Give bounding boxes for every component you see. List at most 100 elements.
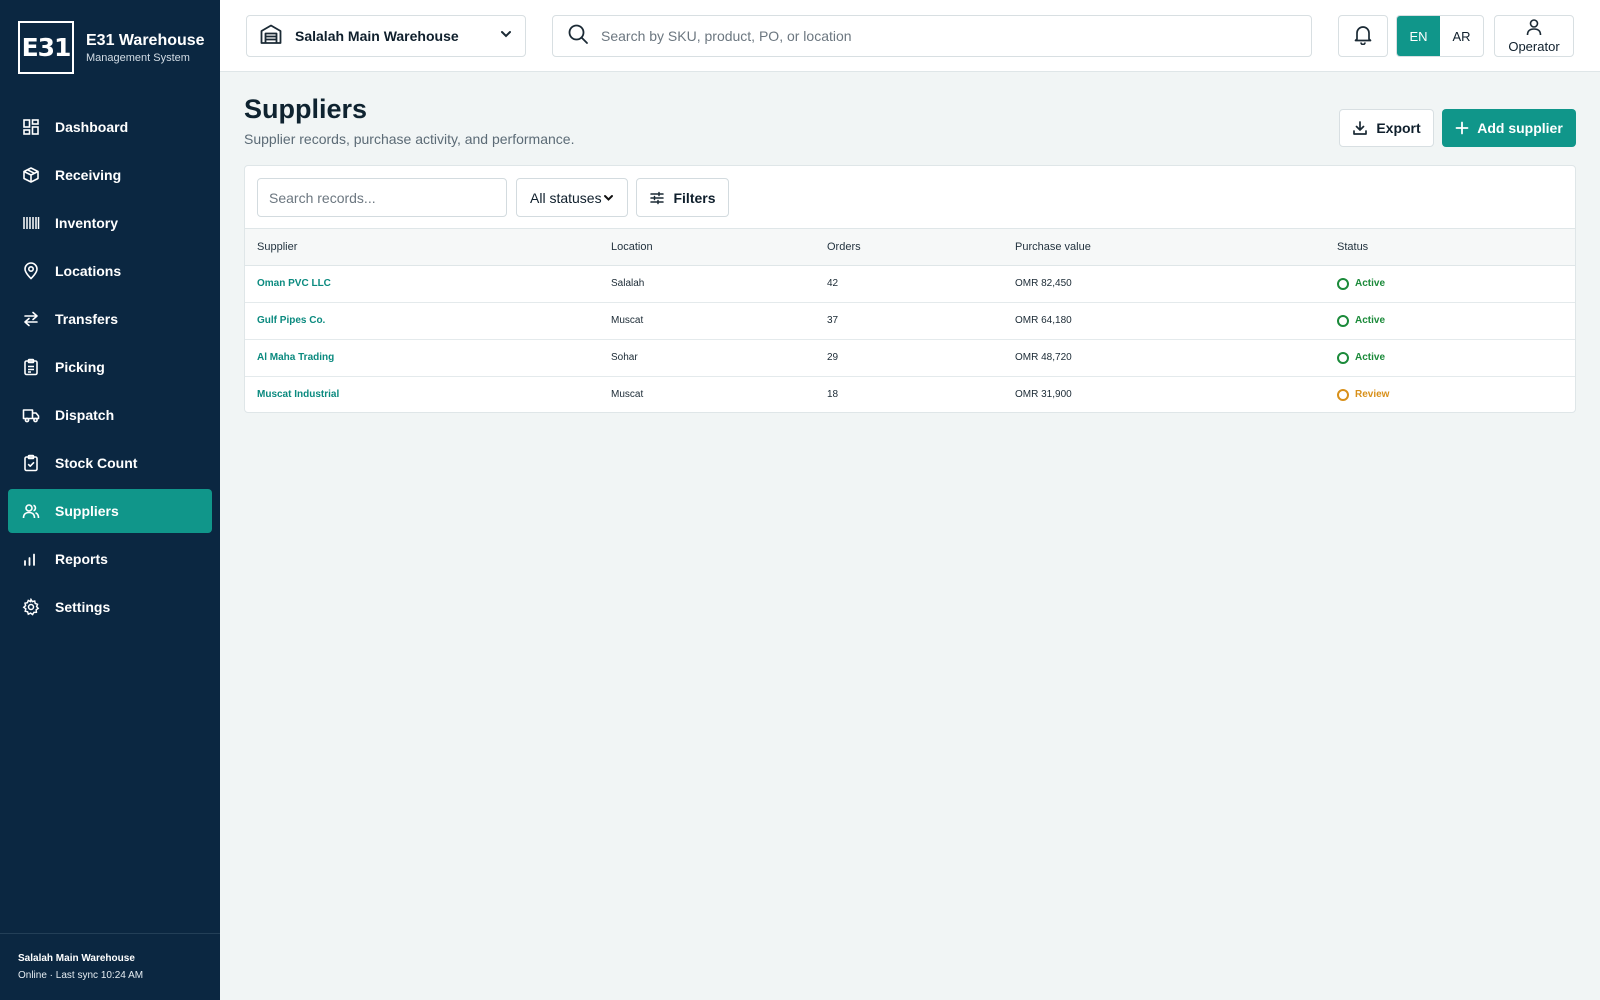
brand-subtitle: Management System [86,52,190,64]
suppliers-table: Supplier Location Orders Purchase value … [245,229,1575,413]
brand[interactable]: E31 E31 Warehouse Management System [18,21,205,74]
warehouse-selector-label: Salalah Main Warehouse [295,28,459,44]
purchase-value-cell: OMR 64,180 [1003,302,1325,340]
clipboard-list-icon [22,358,40,376]
chevron-down-icon [499,27,513,46]
location-cell: Sohar [599,339,815,377]
column-header-supplier[interactable]: Supplier [245,229,599,266]
sliders-icon [650,191,665,204]
sidebar-item-label: Stock Count [55,455,138,471]
status-label: Active [1355,352,1386,363]
dashboard-icon [22,118,40,136]
footer-warehouse: Salalah Main Warehouse [18,953,135,964]
purchase-value-cell: OMR 48,720 [1003,339,1325,377]
sidebar-item-reports[interactable]: Reports [8,537,212,581]
gear-icon [22,598,40,616]
warehouse-selector[interactable]: Salalah Main Warehouse [246,15,526,57]
notifications-button[interactable] [1338,15,1388,57]
package-icon [22,166,40,184]
column-header-location[interactable]: Location [599,229,815,266]
sidebar-item-label: Locations [55,263,122,279]
orders-cell: 18 [827,389,839,401]
add-supplier-button[interactable]: Add supplier [1442,109,1576,147]
search-icon [567,23,589,50]
status-filter-select[interactable]: All statuses [516,178,628,217]
clipboard-check-icon [22,454,40,472]
sidebar-item-label: Suppliers [55,503,119,519]
column-header-purchase-value[interactable]: Purchase value [1003,229,1325,266]
sidebar-footer: Salalah Main Warehouse Online · Last syn… [0,933,220,981]
sidebar-item-transfers[interactable]: Transfers [8,297,212,341]
sidebar-item-label: Reports [55,551,108,567]
sidebar-item-label: Settings [55,599,111,615]
sidebar-item-label: Picking [55,359,105,375]
global-search[interactable] [552,15,1312,57]
transfer-arrows-icon [22,310,40,328]
sidebar-item-receiving[interactable]: Receiving [8,153,212,197]
status-filter-value: All statuses [530,189,602,206]
lang-en-button[interactable]: EN [1397,16,1440,56]
supplier-link[interactable]: Oman PVC LLC [257,278,331,289]
export-button[interactable]: Export [1339,109,1434,147]
brand-title: E31 Warehouse [86,32,205,49]
sidebar: E31 E31 Warehouse Management System Dash… [0,0,220,1000]
sidebar-item-locations[interactable]: Locations [8,249,212,293]
column-header-orders[interactable]: Orders [815,229,1003,266]
warehouse-icon [259,22,283,51]
column-header-status[interactable]: Status [1325,229,1575,266]
sidebar-item-dashboard[interactable]: Dashboard [8,105,212,149]
sidebar-item-label: Dispatch [55,407,115,423]
status-label: Review [1355,389,1390,401]
global-search-input[interactable] [601,28,1297,44]
purchase-value-cell: OMR 82,450 [1003,265,1325,303]
sidebar-item-label: Receiving [55,167,122,183]
footer-sync-status: Online · Last sync 10:24 AM [18,970,144,981]
sidebar-item-inventory[interactable]: Inventory [8,201,212,245]
user-menu-button[interactable]: Operator [1494,15,1574,57]
lang-ar-button[interactable]: AR [1440,16,1483,56]
status-badge: Active [1337,351,1575,364]
logo: E31 [18,21,74,74]
status-dot-icon [1337,314,1349,327]
user-icon [1525,18,1543,39]
bell-icon [1352,23,1374,50]
status-badge: Review [1337,388,1575,401]
location-cell: Muscat [611,389,644,401]
filters-label: Filters [673,189,716,206]
users-icon [22,502,40,520]
user-label: Operator [1508,39,1560,54]
sidebar-item-label: Inventory [55,215,119,231]
sidebar-item-suppliers[interactable]: Suppliers [8,489,212,533]
status-badge: Active [1337,277,1575,290]
sidebar-item-settings[interactable]: Settings [8,585,212,629]
plus-icon [1455,121,1469,135]
page-title: Suppliers [244,94,368,124]
sidebar-item-picking[interactable]: Picking [8,345,212,389]
export-label: Export [1376,120,1421,136]
supplier-link[interactable]: Muscat Industrial [257,389,339,400]
table-header-row: Supplier Location Orders Purchase value … [245,229,1575,266]
supplier-link[interactable]: Gulf Pipes Co. [257,315,325,326]
sidebar-item-stock-count[interactable]: Stock Count [8,441,212,485]
sidebar-item-dispatch[interactable]: Dispatch [8,393,212,437]
status-dot-icon [1337,351,1349,364]
location-cell: Salalah [599,265,815,303]
chevron-down-icon [604,195,613,201]
status-label: Active [1355,315,1386,326]
supplier-link[interactable]: Al Maha Trading [257,352,334,363]
orders-cell: 29 [815,339,1003,377]
table-row[interactable]: Gulf Pipes Co. Muscat 37 OMR 64,180 Acti… [245,302,1575,340]
sidebar-item-label: Dashboard [55,119,129,135]
orders-cell: 37 [815,302,1003,340]
table-row[interactable]: Oman PVC LLC Salalah 42 OMR 82,450 Activ… [245,265,1575,303]
topbar: Salalah Main Warehouse EN AR Operator [220,0,1600,72]
table-row[interactable]: Muscat Industrial Muscat 18 OMR 31,900 R… [245,376,1575,413]
map-pin-icon [22,262,40,280]
suppliers-table-card: All statuses Filters Supplier Location O… [244,165,1576,413]
truck-icon [22,406,40,424]
records-search-input[interactable] [257,178,507,217]
filters-button[interactable]: Filters [636,178,729,217]
language-switcher: EN AR [1396,15,1484,57]
download-icon [1353,121,1368,135]
table-row[interactable]: Al Maha Trading Sohar 29 OMR 48,720 Acti… [245,339,1575,377]
